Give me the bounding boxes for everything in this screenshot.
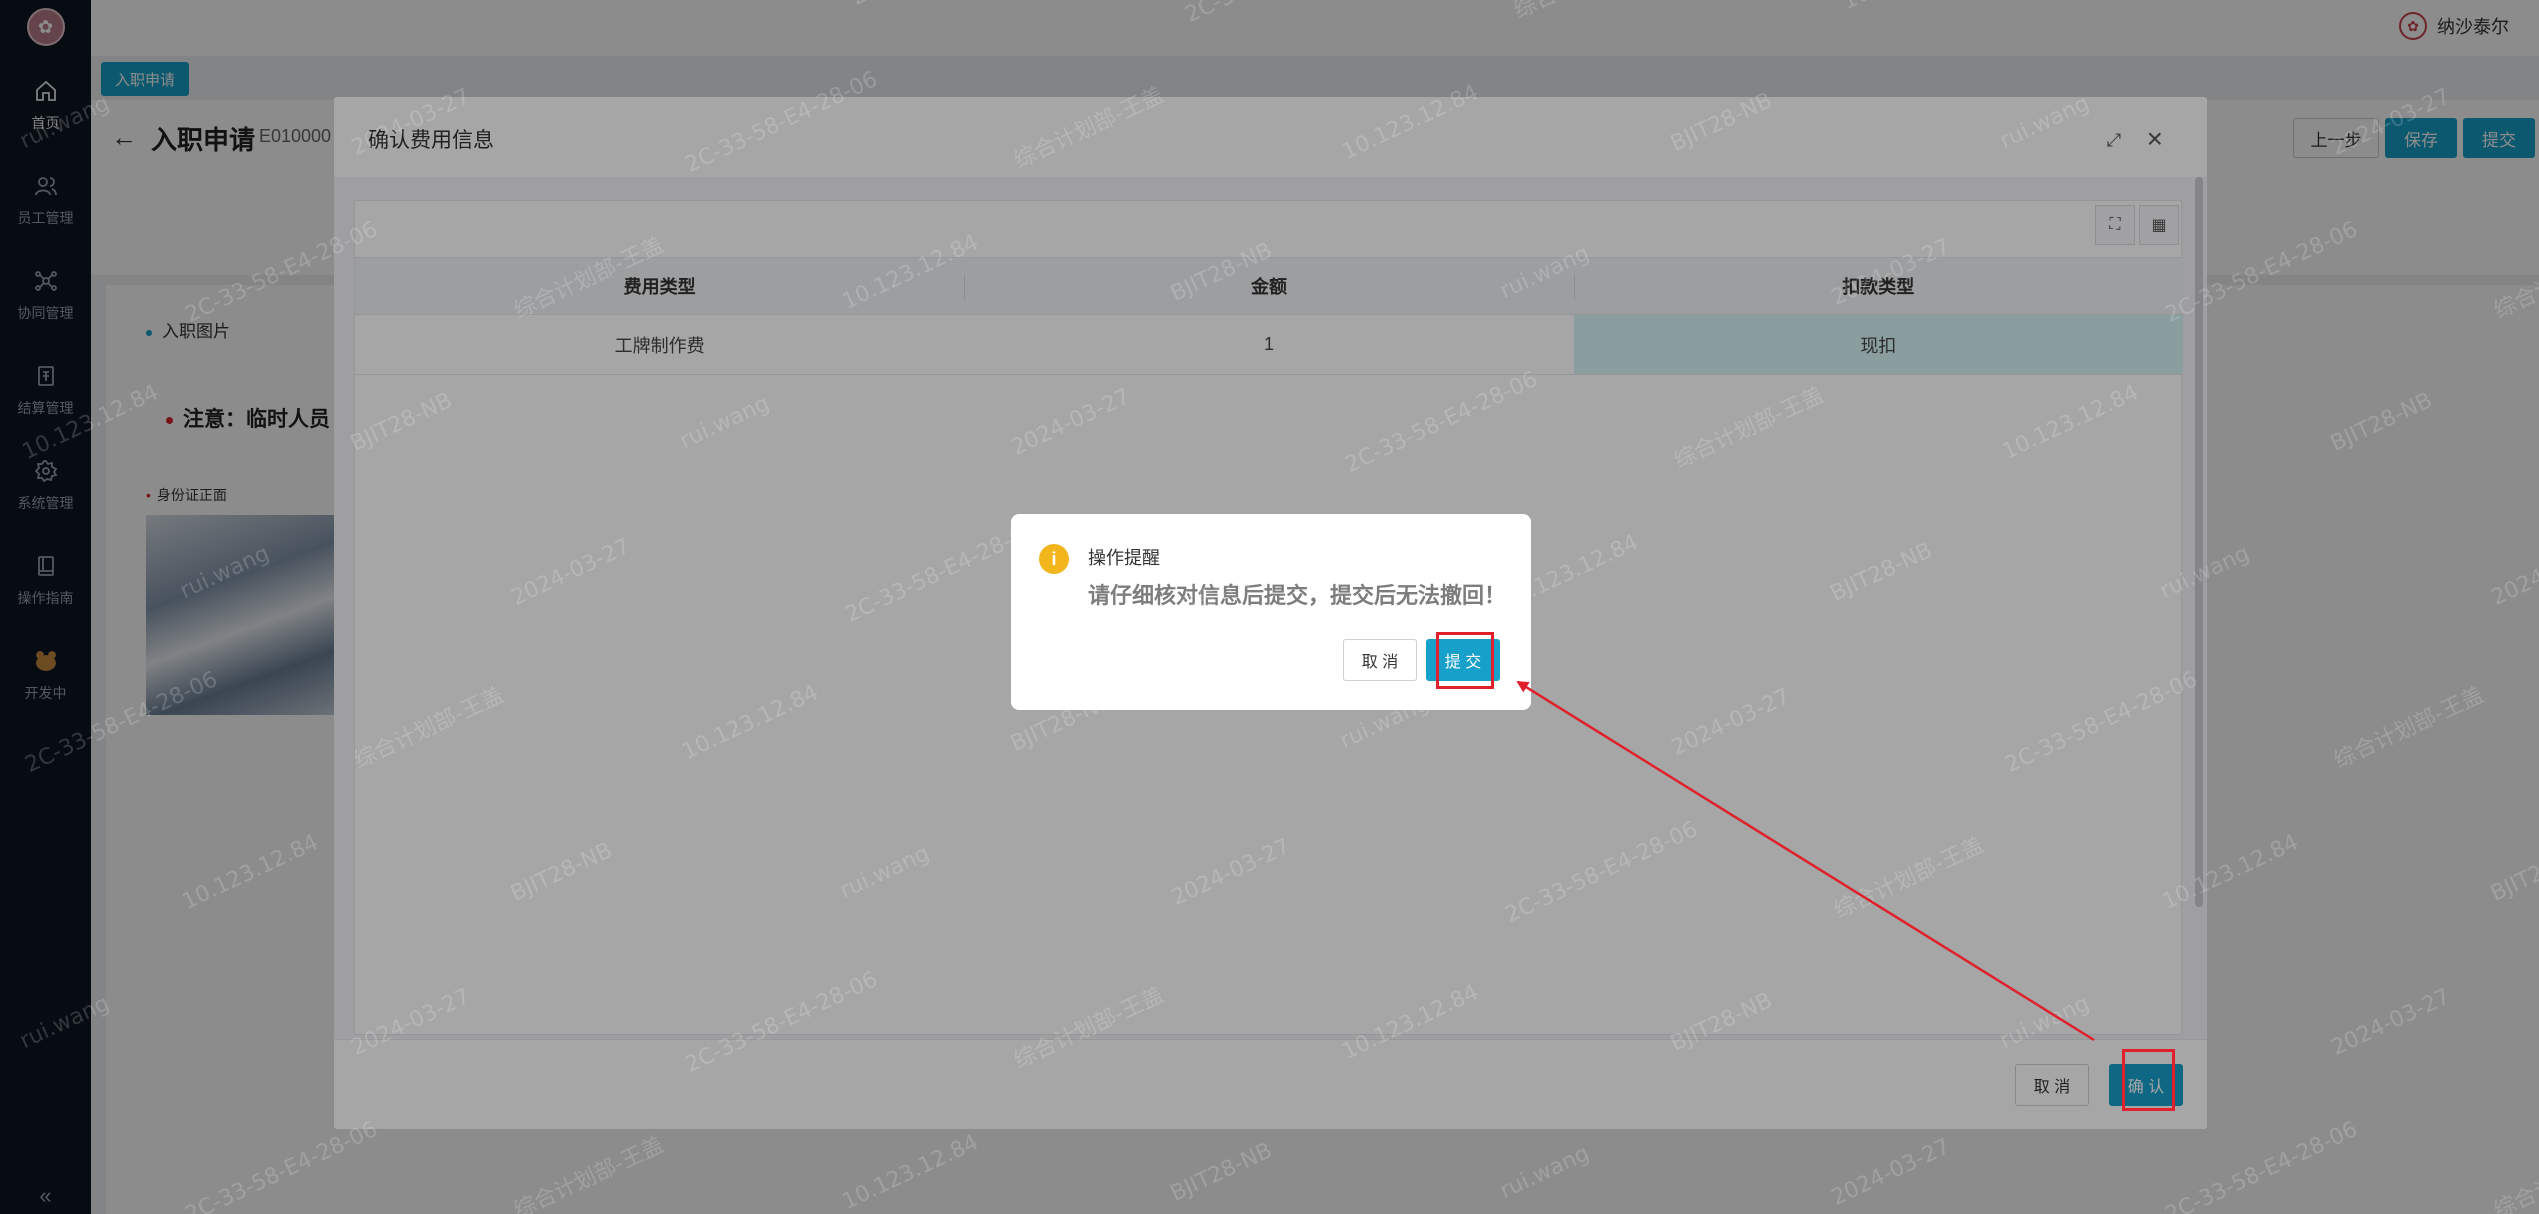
dialog-message: 请仔细核对信息后提交，提交后无法撤回！ [1088, 583, 1507, 608]
annotation-box-modal-confirm [2122, 1049, 2175, 1111]
info-icon: i [1039, 544, 1069, 574]
dialog-cancel-button[interactable]: 取 消 [1343, 639, 1417, 681]
annotation-box-dialog-submit [1436, 632, 1494, 689]
dialog-title: 操作提醒 [1088, 548, 1160, 568]
